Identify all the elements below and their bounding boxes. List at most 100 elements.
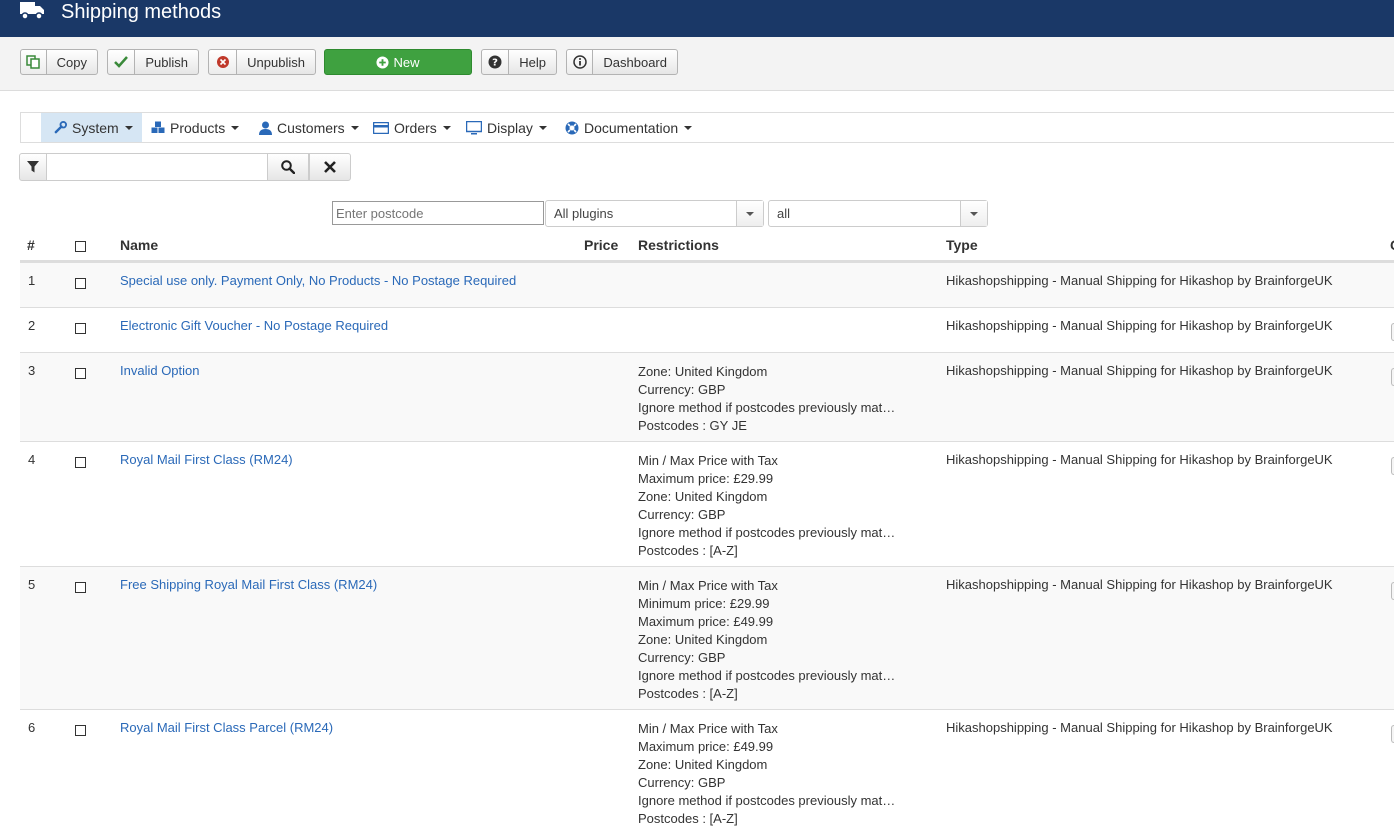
row-type: Hikashopshipping - Manual Shipping for H… <box>946 318 1333 333</box>
shipping-method-link[interactable]: Free Shipping Royal Mail First Class (RM… <box>120 577 377 592</box>
restriction-line: Ignore method if postcodes previously ma… <box>638 525 896 540</box>
toolbar: Copy Publish Unpublish New ? Help Dashbo… <box>0 37 1394 91</box>
restriction-line: Currency: GBP <box>638 382 726 397</box>
restriction-line: Maximum price: £49.99 <box>638 614 774 629</box>
table-row: 5 Free Shipping Royal Mail First Class (… <box>20 566 1394 710</box>
menu-products[interactable]: Products <box>151 113 240 142</box>
filter-icon[interactable] <box>19 153 47 181</box>
table-header: # Name Price Restrictions Type C <box>20 231 1394 262</box>
search-icon <box>281 160 295 174</box>
copy-icon <box>21 50 47 74</box>
copy-button[interactable]: Copy <box>20 49 98 75</box>
unpublish-button[interactable]: Unpublish <box>208 49 316 75</box>
menu-products-label: Products <box>170 119 226 136</box>
restriction-line: Zone: United Kingdom <box>638 489 768 504</box>
help-button[interactable]: ? Help <box>481 49 557 75</box>
page-header: Shipping methods <box>0 0 1394 37</box>
chevron-down-icon <box>736 201 763 226</box>
main-menu: System Products Customers Orders Display… <box>20 112 1394 143</box>
shipping-method-link[interactable]: Royal Mail First Class Parcel (RM24) <box>120 720 333 735</box>
restriction-line: Zone: United Kingdom <box>638 757 768 772</box>
clear-search-button[interactable] <box>309 153 351 181</box>
postcode-input[interactable] <box>332 201 544 225</box>
search-input[interactable] <box>47 153 267 181</box>
unpublish-icon <box>209 50 238 74</box>
row-checkbox[interactable] <box>75 323 86 334</box>
shipping-method-link[interactable]: Royal Mail First Class (RM24) <box>120 452 293 467</box>
column-restrictions: Restrictions <box>638 237 719 253</box>
new-button[interactable]: New <box>324 49 472 75</box>
close-icon <box>324 161 336 173</box>
page-title: Shipping methods <box>61 1 222 23</box>
user-icon <box>258 121 272 135</box>
column-price: Price <box>584 237 619 253</box>
table-row: 4 Royal Mail First Class (RM24) Min / Ma… <box>20 441 1394 567</box>
search-button[interactable] <box>267 153 309 181</box>
column-type[interactable]: Type <box>946 237 978 253</box>
select-all-checkbox[interactable] <box>75 241 86 252</box>
shipping-method-link[interactable]: Electronic Gift Voucher - No Postage Req… <box>120 318 388 333</box>
menu-system[interactable]: System <box>41 113 142 142</box>
column-truncated: C <box>1390 237 1394 253</box>
menu-customers[interactable]: Customers <box>258 113 359 142</box>
credit-card-icon <box>373 121 389 135</box>
table-row: 3 Invalid Option Zone: United Kingdom Cu… <box>20 352 1394 442</box>
row-number: 4 <box>28 452 36 467</box>
row-checkbox[interactable] <box>75 278 86 289</box>
dashboard-button[interactable]: Dashboard <box>566 49 678 75</box>
row-checkbox[interactable] <box>75 368 86 379</box>
question-icon: ? <box>482 50 510 74</box>
menu-orders[interactable]: Orders <box>373 113 451 142</box>
restriction-line: Postcodes : GY JE <box>638 418 747 433</box>
svg-text:?: ? <box>492 58 498 69</box>
truck-icon <box>18 0 48 24</box>
help-label: Help <box>519 54 546 70</box>
menu-documentation[interactable]: Documentation <box>565 113 693 142</box>
restriction-line: Currency: GBP <box>638 650 726 665</box>
plus-circle-icon <box>376 55 390 69</box>
menu-display-label: Display <box>487 119 533 136</box>
lifebuoy-icon <box>565 121 579 135</box>
publish-label: Publish <box>145 54 188 70</box>
table-row: 1 Special use only. Payment Only, No Pro… <box>20 262 1394 308</box>
column-number: # <box>27 237 35 253</box>
row-checkbox[interactable] <box>75 582 86 593</box>
restriction-line: Maximum price: £49.99 <box>638 739 774 754</box>
restriction-line: Postcodes : [A-Z] <box>638 811 738 826</box>
row-type: Hikashopshipping - Manual Shipping for H… <box>946 720 1333 735</box>
table-row: 2 Electronic Gift Voucher - No Postage R… <box>20 307 1394 353</box>
menu-system-label: System <box>72 119 119 136</box>
restriction-line: Zone: United Kingdom <box>638 632 768 647</box>
restriction-line: Min / Max Price with Tax <box>638 721 778 736</box>
row-checkbox[interactable] <box>75 457 86 468</box>
wrench-icon <box>53 121 67 135</box>
row-type: Hikashopshipping - Manual Shipping for H… <box>946 577 1333 592</box>
plugin-select[interactable]: All plugins <box>545 200 764 227</box>
menu-display[interactable]: Display <box>466 113 547 142</box>
check-icon <box>108 50 136 74</box>
monitor-icon <box>466 120 482 135</box>
dashboard-label: Dashboard <box>603 54 667 70</box>
menu-documentation-label: Documentation <box>584 119 679 136</box>
restriction-line: Postcodes : [A-Z] <box>638 543 738 558</box>
new-label: New <box>393 54 420 70</box>
row-type: Hikashopshipping - Manual Shipping for H… <box>946 452 1333 467</box>
publish-button[interactable]: Publish <box>107 49 199 75</box>
menu-customers-label: Customers <box>277 119 345 136</box>
row-restrictions: Min / Max Price with Tax Maximum price: … <box>638 720 898 828</box>
chevron-down-icon <box>960 201 987 226</box>
published-select-value: all <box>777 206 791 221</box>
row-restrictions: Min / Max Price with Tax Minimum price: … <box>638 577 898 703</box>
restriction-line: Postcodes : [A-Z] <box>638 686 738 701</box>
column-name[interactable]: Name <box>120 237 158 253</box>
shipping-method-link[interactable]: Special use only. Payment Only, No Produ… <box>120 273 516 288</box>
restriction-line: Maximum price: £29.99 <box>638 471 774 486</box>
row-number: 6 <box>28 720 36 735</box>
shipping-method-link[interactable]: Invalid Option <box>120 363 200 378</box>
cubes-icon <box>151 121 165 135</box>
published-select[interactable]: all <box>768 200 988 227</box>
plugin-select-value: All plugins <box>554 206 614 221</box>
unpublish-label: Unpublish <box>247 54 305 70</box>
restriction-line: Min / Max Price with Tax <box>638 578 778 593</box>
row-checkbox[interactable] <box>75 725 86 736</box>
